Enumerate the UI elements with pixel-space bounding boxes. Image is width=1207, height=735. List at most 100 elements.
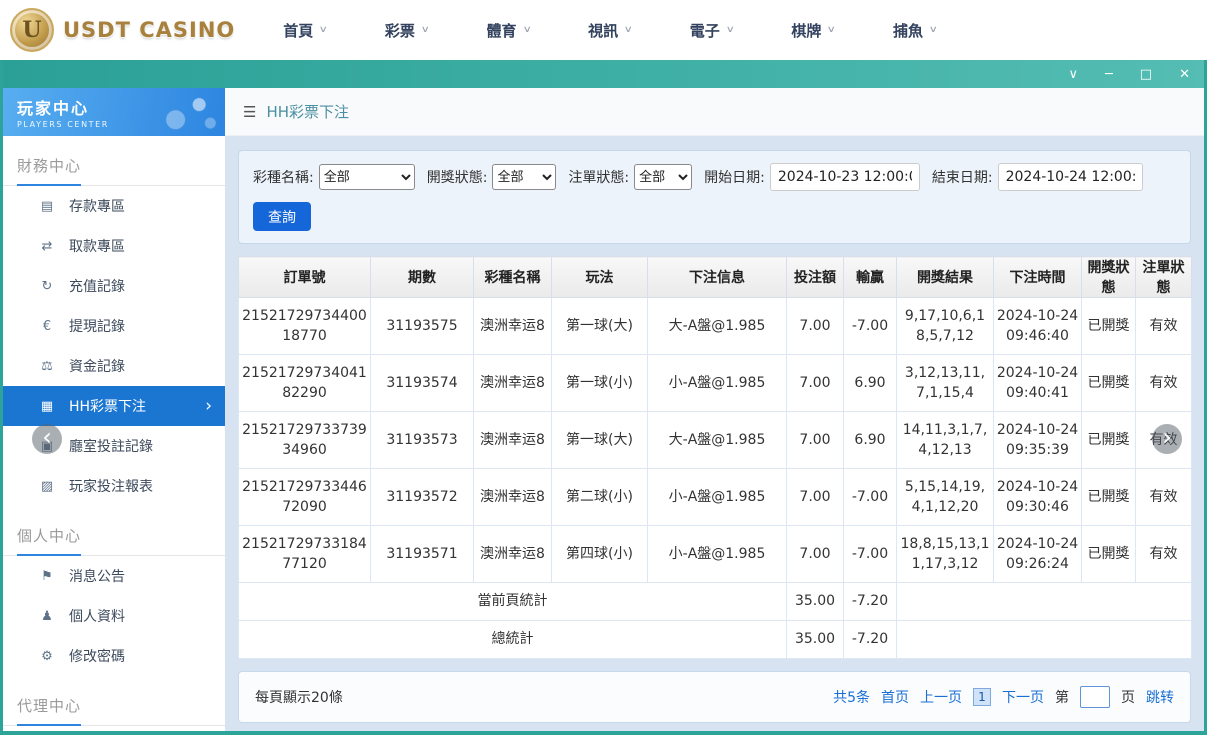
table-cell: 2152172973344672090 xyxy=(238,468,371,526)
sidebar-item-label: 個人資料 xyxy=(69,609,125,625)
page-title: HH彩票下注 xyxy=(266,103,350,121)
table-cell: 澳洲幸运8 xyxy=(473,297,552,355)
nav-item-label: 彩票 xyxy=(384,21,415,40)
table-cell: 2024-10-24 09:35:39 xyxy=(993,411,1082,469)
jump-button[interactable]: 跳转 xyxy=(1146,687,1174,707)
report-icon: ▨ xyxy=(40,478,54,494)
summary-label: 當前頁統計 xyxy=(238,582,787,621)
table-cell: 6.90 xyxy=(843,354,897,412)
poker-chips-decoration xyxy=(157,92,219,134)
chevron-down-icon: ∨ xyxy=(318,25,329,35)
sidebar-item-player-bet-report[interactable]: ▨ 玩家投注報表 xyxy=(3,466,225,506)
nav-item-chess[interactable]: 棋牌 ∨ xyxy=(791,20,836,41)
sidebar-item-recharge-records[interactable]: ↻ 充值記錄 xyxy=(3,266,225,306)
withdraw-icon: ⇄ xyxy=(41,238,53,254)
prev-page-link[interactable]: 上一页 xyxy=(920,687,962,707)
window-titlebar: ∨ ─ □ ✕ xyxy=(3,60,1204,88)
sidebar-item-announcements[interactable]: ⚑ 消息公告 xyxy=(3,556,225,596)
window-maximize-button[interactable]: □ xyxy=(1140,68,1152,81)
page-size-label: 每頁顯示20條 xyxy=(255,690,343,706)
draw-status-select[interactable]: 全部 xyxy=(492,164,557,190)
draw-status-filter: 開獎狀態: 全部 xyxy=(427,164,557,190)
start-date-filter: 開始日期: xyxy=(704,163,920,191)
nav-item-home[interactable]: 首頁 ∨ xyxy=(283,20,329,41)
carousel-right-arrow[interactable]: › xyxy=(1152,424,1182,454)
table-cell: 31193575 xyxy=(370,297,474,355)
end-date-filter: 結束日期: xyxy=(932,163,1143,191)
table-cell: 6.90 xyxy=(843,411,897,469)
table-cell: 已開獎 xyxy=(1081,297,1136,355)
nav-item-sports[interactable]: 體育 ∨ xyxy=(487,20,532,41)
sidebar-item-label: 廳室投註記錄 xyxy=(69,439,153,455)
end-date-label: 結束日期: xyxy=(931,170,993,186)
total-count-label: 共5条 xyxy=(833,690,870,706)
sidebar-item-change-password[interactable]: ⚙ 修改密碼 xyxy=(3,636,225,676)
current-page-indicator[interactable]: 1 xyxy=(973,688,991,706)
sidebar-item-profile[interactable]: ♟ 個人資料 xyxy=(3,596,225,636)
column-header: 訂單號 xyxy=(238,256,371,298)
summary-bet-total: 35.00 xyxy=(786,620,844,659)
start-date-input[interactable] xyxy=(769,163,920,191)
table-cell: 7.00 xyxy=(786,411,844,469)
summary-bet-total: 35.00 xyxy=(786,582,844,621)
sidebar-item-withdraw-area[interactable]: ⇄ 取款專區 xyxy=(3,226,225,266)
jump-label-suffix: 页 xyxy=(1121,690,1135,706)
summary-row: 總統計 35.00 -7.20 xyxy=(238,620,1192,659)
window-close-button[interactable]: ✕ xyxy=(1179,68,1190,81)
summary-winloss-total: -7.20 xyxy=(843,620,897,659)
sidebar-section-title-text: 個人中心 xyxy=(17,525,82,556)
logo-text: USDT CASINO xyxy=(63,18,236,42)
nav-item-label: 首頁 xyxy=(283,21,314,40)
search-button[interactable]: 查詢 xyxy=(253,202,311,231)
table-cell: 澳洲幸运8 xyxy=(473,525,552,583)
user-icon: ♟ xyxy=(41,608,53,624)
summary-label: 總統計 xyxy=(238,620,787,659)
sidebar-item-label: 玩家投注報表 xyxy=(69,479,153,495)
table-cell: 7.00 xyxy=(786,468,844,526)
table-cell: 小-A盤@1.985 xyxy=(647,468,787,526)
table-cell: 第一球(大) xyxy=(551,411,648,469)
filter-panel: 彩種名稱: 全部 開獎狀態: 全部 注單狀態: 全部 開始日期: 2024-10… xyxy=(238,150,1191,244)
nav-item-electronic[interactable]: 電子 ∨ xyxy=(690,20,735,41)
nav-item-lottery[interactable]: 彩票 ∨ xyxy=(384,20,430,41)
order-status-select[interactable]: 全部 xyxy=(634,164,693,190)
table-cell: 有效 xyxy=(1135,354,1192,412)
table-cell: 有效 xyxy=(1135,468,1192,526)
menu-icon[interactable]: ☰ xyxy=(243,103,256,121)
lottery-select[interactable]: 全部 xyxy=(318,164,415,190)
summary-spacer xyxy=(896,620,1192,659)
chevron-down-icon: ∨ xyxy=(928,25,938,35)
table-cell: 2024-10-24 09:26:24 xyxy=(993,525,1082,583)
page-jump-input[interactable] xyxy=(1080,686,1110,708)
window-collapse-button[interactable]: ∨ xyxy=(1068,68,1078,81)
logo[interactable]: U USDT CASINO xyxy=(10,8,235,52)
column-header: 期數 xyxy=(370,256,474,298)
table-cell: 7.00 xyxy=(786,525,844,583)
table-cell: 已開獎 xyxy=(1081,354,1136,412)
window-minimize-button[interactable]: ─ xyxy=(1105,68,1113,81)
table-row: 2152172973344672090 31193572 澳洲幸运8 第二球(小) 小-… xyxy=(238,468,1192,526)
filter-row: 彩種名稱: 全部 開獎狀態: 全部 注單狀態: 全部 開始日期: 2024-10… xyxy=(253,163,1178,191)
nav-item-video[interactable]: 視訊 ∨ xyxy=(588,20,633,41)
sidebar-item-hh-lottery-bets[interactable]: ▦ HH彩票下注 › xyxy=(3,386,225,426)
table-cell: 第二球(小) xyxy=(551,468,648,526)
sidebar-item-deposit-area[interactable]: ▤ 存款專區 xyxy=(3,186,225,226)
table-cell: 7.00 xyxy=(786,297,844,355)
table-cell: 3,12,13,11,7,1,15,4 xyxy=(896,354,994,412)
gear-icon: ⚙ xyxy=(41,648,53,664)
column-header: 注單狀態 xyxy=(1135,256,1192,298)
column-header: 下注信息 xyxy=(647,256,787,298)
table-cell: 小-A盤@1.985 xyxy=(647,354,787,412)
table-row: 2152172973373934960 31193573 澳洲幸运8 第一球(大) 大-… xyxy=(238,411,1192,469)
funds-record-icon: ⚖ xyxy=(41,358,53,374)
first-page-link[interactable]: 首页 xyxy=(881,687,909,707)
carousel-left-arrow[interactable]: ‹ xyxy=(32,424,62,454)
table-cell: 14,11,3,1,7,4,12,13 xyxy=(896,411,994,469)
sidebar-item-funds-records[interactable]: ⚖ 資金記錄 xyxy=(3,346,225,386)
sidebar-item-withdrawal-records[interactable]: € 提現記錄 xyxy=(3,306,225,346)
lottery-filter-label: 彩種名稱: xyxy=(253,170,314,186)
next-page-link[interactable]: 下一页 xyxy=(1002,687,1044,707)
nav-item-fishing[interactable]: 捕魚 ∨ xyxy=(893,20,938,41)
end-date-input[interactable] xyxy=(997,163,1143,191)
pagination-bar: 每頁顯示20條 共5条 首页 上一页 1 下一页 第 页 跳转 xyxy=(238,671,1191,723)
